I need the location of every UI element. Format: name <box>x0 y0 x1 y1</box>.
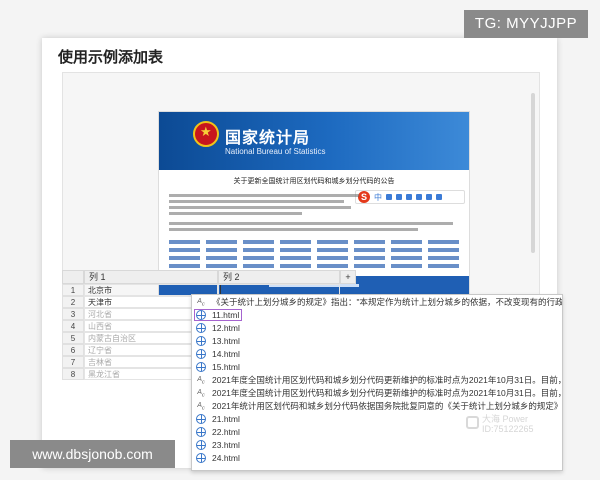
suggestion-item[interactable]: 13.html <box>192 335 562 348</box>
add-column-button[interactable]: + <box>340 270 356 284</box>
suggestion-item[interactable]: 12.html <box>192 322 562 335</box>
ime-lang-label[interactable]: 中 <box>374 192 382 203</box>
row-number: 1 <box>62 284 84 296</box>
row-number: 8 <box>62 368 84 380</box>
suggestion-item[interactable]: 15.html <box>192 361 562 374</box>
row-number: 6 <box>62 344 84 356</box>
corner-cell[interactable] <box>62 270 84 284</box>
web-preview: 国家统计局 National Bureau of Statistics 关于更新… <box>62 72 540 296</box>
site-name-en: National Bureau of Statistics <box>225 147 326 156</box>
ime-skin-icon[interactable] <box>426 194 432 200</box>
globe-icon <box>196 349 206 359</box>
ime-emoji-icon[interactable] <box>396 194 402 200</box>
suggestion-item[interactable]: 23.html <box>192 439 562 452</box>
globe-icon <box>196 453 206 463</box>
suggestion-item[interactable]: 24.html <box>192 452 562 465</box>
row-number: 4 <box>62 320 84 332</box>
watermark-line2: ID:75122265 <box>482 424 534 434</box>
watermark-logo-icon <box>466 416 479 429</box>
url-overlay-badge: www.dbsjonob.com <box>10 440 175 468</box>
text-suggestion-icon: Ac <box>197 298 205 308</box>
globe-icon <box>196 336 206 346</box>
autocomplete-dropdown: Ac 《关于统计上划分城乡的规定》指出："本规定作为统计上划分城乡的依据，不改变… <box>191 294 563 471</box>
suggestion-item[interactable]: Ac 《关于统计上划分城乡的规定》指出："本规定作为统计上划分城乡的依据，不改变… <box>192 296 562 309</box>
notice-body-lines-2 <box>169 222 459 234</box>
column-header-1[interactable]: 列 1 <box>84 270 218 284</box>
suggestion-item[interactable]: Ac 2021年统计用区划代码和城乡划分代码依据国务院批复同意的《关于统计上划分… <box>192 400 562 413</box>
preview-scrollbar[interactable] <box>531 93 535 253</box>
suggestion-item[interactable]: 14.html <box>192 348 562 361</box>
notice-body-lines <box>169 194 359 218</box>
ime-toolbar[interactable]: S 中 <box>355 190 465 204</box>
globe-icon <box>196 323 206 333</box>
row-number: 2 <box>62 296 84 308</box>
selection-highlight <box>194 309 242 321</box>
row-number: 7 <box>62 356 84 368</box>
suggestion-item[interactable]: Ac 2021年度全国统计用区划代码和城乡划分代码更新维护的标准时点为2021年… <box>192 387 562 400</box>
text-suggestion-icon: Ac <box>197 389 205 399</box>
national-emblem-icon <box>193 121 219 147</box>
text-suggestion-icon: Ac <box>197 402 205 412</box>
suggestion-item[interactable]: Ac 2021年度全国统计用区划代码和城乡划分代码更新维护的标准时点为2021年… <box>192 374 562 387</box>
globe-icon <box>196 440 206 450</box>
webpage-thumbnail: 国家统计局 National Bureau of Statistics 关于更新… <box>158 111 470 295</box>
site-name: 国家统计局 <box>225 130 311 147</box>
text-cursor <box>220 285 221 294</box>
ime-punct-icon[interactable] <box>386 194 392 200</box>
globe-icon <box>196 414 206 424</box>
dialog-title: 使用示例添加表 <box>58 49 164 66</box>
tg-overlay-badge: TG: MYYJJPP <box>464 10 588 38</box>
ime-tools-icon[interactable] <box>436 194 442 200</box>
watermark-line1: 大海 Power <box>482 414 529 424</box>
globe-icon <box>196 362 206 372</box>
row-number: 3 <box>62 308 84 320</box>
notice-title: 关于更新全国统计用区划代码和城乡划分代码的公告 <box>233 178 395 185</box>
text-suggestion-icon: Ac <box>197 376 205 386</box>
ime-voice-icon[interactable] <box>406 194 412 200</box>
province-links <box>169 240 459 268</box>
suggestion-item-selected[interactable]: 11.html <box>192 309 562 322</box>
globe-icon <box>196 427 206 437</box>
watermark: 大海 Power ID:75122265 <box>482 414 534 434</box>
ime-keyboard-icon[interactable] <box>416 194 422 200</box>
column-header-2[interactable]: 列 2 <box>218 270 340 284</box>
row-number: 5 <box>62 332 84 344</box>
site-banner: 国家统计局 National Bureau of Statistics <box>159 112 469 170</box>
sogou-s-icon[interactable]: S <box>358 191 370 203</box>
